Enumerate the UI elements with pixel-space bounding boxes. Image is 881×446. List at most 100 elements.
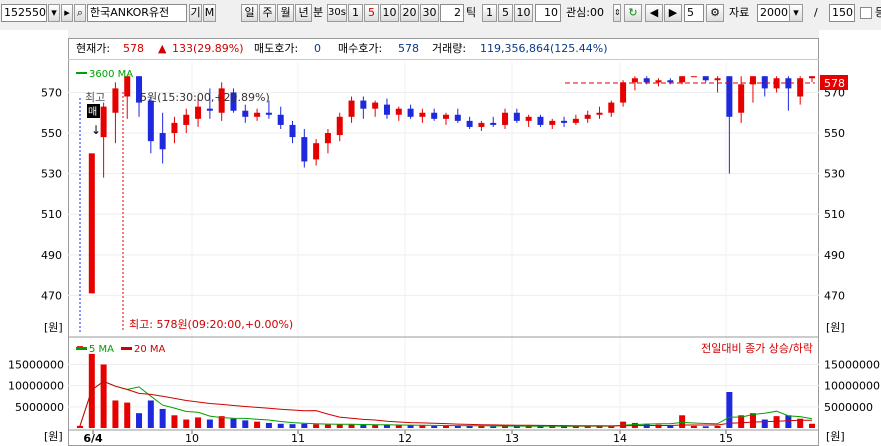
volume-bar: [324, 424, 331, 428]
candle-body: [631, 78, 638, 83]
price-tick-right: 490: [824, 249, 845, 262]
volume-bar: [407, 425, 414, 428]
candle-body: [643, 78, 650, 83]
volume-bar: [773, 416, 780, 428]
candle-body: [372, 102, 379, 109]
candle-body: [348, 100, 355, 117]
volume-bar: [679, 415, 686, 428]
chart-svg[interactable]: 470 470490 490510 510530 530550 550570 5705000…: [0, 0, 881, 446]
price-tick-left: 530: [41, 168, 62, 181]
price-tick-right: 470: [824, 289, 845, 302]
candle-body: [88, 153, 95, 294]
date-label: 6/4: [83, 432, 103, 445]
candle-body: [572, 118, 579, 123]
candle-body: [466, 120, 473, 127]
volume-tick-right: 10000000: [824, 380, 880, 393]
candle-body: [277, 114, 284, 125]
candle-body: [112, 88, 119, 113]
date-label: 13: [505, 432, 519, 445]
candle-body: [100, 106, 107, 138]
candle-body: [702, 76, 709, 81]
candle-body: [502, 112, 509, 125]
volume-bar: [230, 418, 237, 428]
volume-bar: [183, 419, 190, 428]
volume-bar: [714, 425, 721, 428]
ma20-legend-swatch: [121, 347, 132, 350]
ma5-legend-label: 5 MA: [89, 344, 114, 355]
volume-bar: [419, 425, 426, 428]
volume-bar: [372, 425, 379, 428]
candle-body: [679, 76, 686, 83]
volume-bar: [265, 422, 272, 428]
candle-body: [726, 76, 733, 117]
candle-body: [360, 100, 367, 109]
volume-bar: [147, 400, 154, 428]
date-label: 15: [719, 432, 733, 445]
volume-bar: [301, 423, 308, 428]
candle-body: [336, 116, 343, 136]
ma20-line: [79, 380, 813, 427]
candle-body: [761, 76, 768, 89]
volume-bar: [431, 425, 438, 428]
volume-bar: [761, 419, 768, 428]
candle-body: [690, 76, 697, 78]
candle-body: [738, 84, 745, 113]
candle-body: [395, 108, 402, 115]
volume-bar: [702, 426, 709, 428]
volume-bar: [124, 402, 131, 428]
volume-bar: [395, 425, 402, 428]
volume-bar: [77, 425, 83, 428]
ma20-legend-label: 20 MA: [134, 344, 166, 355]
candle-body: [265, 112, 272, 115]
candle-body: [620, 82, 627, 103]
price-unit-left: [원]: [44, 321, 63, 334]
price-tick-left: 470: [41, 289, 62, 302]
top-label: 최고: [85, 91, 105, 104]
candle-body: [584, 114, 591, 119]
candle-body: [608, 102, 615, 113]
volume-bar: [112, 400, 119, 428]
current-price-tag-label: 578: [824, 77, 845, 90]
price-tick-left: 570: [41, 86, 62, 99]
volume-tick-right: 5000000: [824, 401, 873, 414]
volume-unit-left: [원]: [44, 430, 63, 443]
volume-bar: [242, 420, 249, 428]
volume-bar: [809, 423, 815, 428]
volume-bar: [100, 364, 107, 428]
candle-body: [443, 114, 449, 119]
candle-body: [525, 116, 532, 121]
candle-body: [596, 112, 603, 115]
volume-bar: [454, 425, 461, 428]
candle-body: [537, 116, 544, 125]
volume-bar: [206, 419, 213, 428]
candle-body: [490, 122, 497, 125]
price-tick-left: 510: [41, 208, 62, 221]
volume-bar: [313, 424, 320, 428]
volume-bar: [254, 421, 261, 428]
volume-bar: [785, 415, 792, 428]
volume-bar: [289, 424, 296, 428]
candle-body: [478, 122, 485, 127]
volume-unit-right: [원]: [826, 430, 845, 443]
marker-annotation: 5원(15:30:00,+29.89%): [140, 91, 270, 104]
volume-tick-left: 10000000: [8, 380, 64, 393]
price-tick-right: 550: [824, 127, 845, 140]
candle-body: [254, 112, 261, 117]
volume-bar: [195, 417, 202, 428]
buy-arrow-icon: ↓: [91, 123, 101, 137]
candle-body: [206, 108, 213, 111]
ma5-line: [79, 380, 813, 427]
candle-body: [171, 122, 178, 134]
price-tick-right: 510: [824, 208, 845, 221]
candle-body: [561, 120, 568, 123]
candle-body: [147, 100, 154, 142]
candle-body: [513, 112, 520, 121]
volume-bar: [136, 413, 143, 428]
volume-bar: [348, 424, 355, 428]
volume-tick-left: 5000000: [15, 401, 64, 414]
ma3600-legend-label: 3600 MA: [89, 69, 133, 80]
volume-tick-right: 15000000: [824, 358, 880, 371]
candle-body: [289, 124, 296, 138]
price-unit-right: [원]: [826, 321, 845, 334]
volume-tick-left: 15000000: [8, 358, 64, 371]
